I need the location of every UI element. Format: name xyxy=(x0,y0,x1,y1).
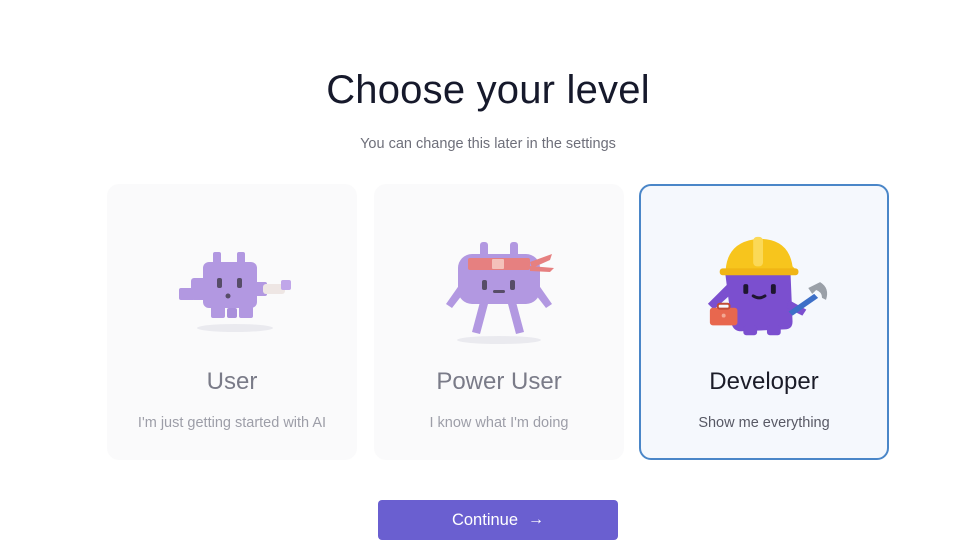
continue-button[interactable]: Continue → xyxy=(378,500,618,540)
arrow-right-icon: → xyxy=(528,511,545,528)
level-label: User xyxy=(206,368,258,395)
page-subtitle: You can change this later in the setting… xyxy=(360,136,616,152)
level-label: Power User xyxy=(436,368,562,395)
level-card-developer[interactable]: Developer Show me everything xyxy=(639,184,889,460)
developer-mascot-icon xyxy=(707,236,828,336)
level-card-power-user[interactable]: Power User I know what I'm doing xyxy=(374,184,624,460)
level-label: Developer xyxy=(709,368,819,395)
level-description: I'm just getting started with AI xyxy=(137,415,327,431)
level-description: Show me everything xyxy=(698,415,830,431)
user-mascot-icon xyxy=(179,252,291,332)
power-user-mascot-icon xyxy=(446,242,554,344)
page-title: Choose your level xyxy=(326,68,650,112)
level-card-user[interactable]: User I'm just getting started with AI xyxy=(107,184,357,460)
continue-label: Continue xyxy=(451,510,519,529)
level-description: I know what I'm doing xyxy=(429,415,569,431)
